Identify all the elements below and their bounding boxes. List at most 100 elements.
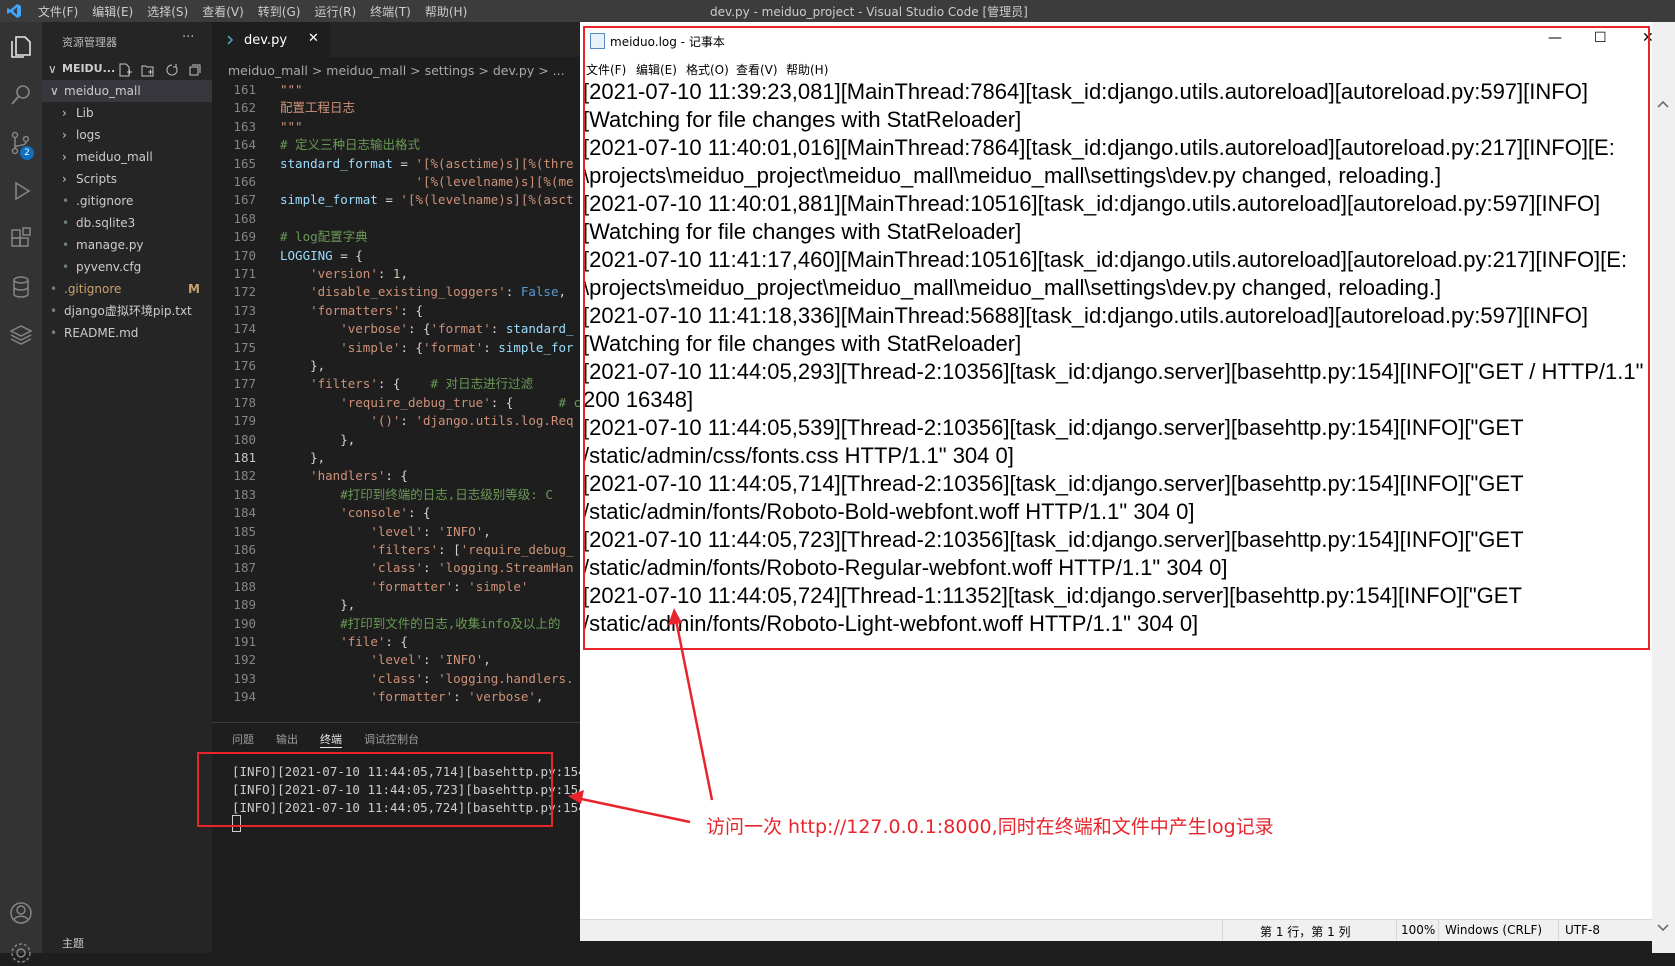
vscode-menu-item[interactable]: 编辑(E) [92,3,133,20]
line-number: 174 [233,321,256,337]
line-number: 193 [233,670,256,686]
tree-item-label: Lib [76,106,94,120]
code-line[interactable]: 191 'file': { [212,632,580,651]
vscode-menu-item[interactable]: 终端(T) [370,3,411,20]
tree-item[interactable]: • django虚拟环境pip.txt [42,300,212,322]
tab-dev-py[interactable]: dev.py ✕ [212,22,330,57]
code-line[interactable]: 177 'filters': { # 对日志进行过滤 [212,374,580,393]
code-line[interactable]: 190 #打印到文件的日志,收集info及以上的 [212,614,580,633]
status-bar-left: 主题 [62,937,84,950]
code-line[interactable]: 185 'level': 'INFO', [212,522,580,541]
vscode-menu-item[interactable]: 转到(G) [258,3,301,20]
code-line[interactable]: 162 配置工程日志 [212,98,580,117]
panel-tab[interactable]: 输出 [276,731,298,748]
code-line[interactable]: 194 'formatter': 'verbose', [212,687,580,706]
code-line[interactable]: 164 # 定义三种日志输出格式 [212,135,580,154]
panel-tab[interactable]: 调试控制台 [364,731,419,748]
line-number: 180 [233,431,256,447]
notepad-scrollbar[interactable] [1652,22,1675,953]
cursor-position: 第 1 行，第 1 列 [1260,925,1351,939]
tree-item[interactable]: • README.md [42,322,212,344]
explorer-sidebar: 资源管理器 ··· ∨ MEIDU... ∨ meiduo_mall › Lib › lo… [42,22,212,953]
database-icon[interactable] [8,274,34,300]
line-number: 185 [233,523,256,539]
activity-bar: 2 [0,22,42,963]
code-line[interactable]: 165 standard_format = '[%(asctime)s][%(th… [212,154,580,173]
scroll-down-icon[interactable] [1657,924,1669,932]
vscode-menu-item[interactable]: 文件(F) [38,3,78,20]
file-icon: • [50,326,58,340]
tree-item[interactable]: › Lib [42,102,212,124]
code-text: # 定义三种日志输出格式 [280,137,421,153]
tree-item[interactable]: › logs [42,124,212,146]
tree-item[interactable]: › meiduo_mall [42,146,212,168]
code-line[interactable]: 193 'class': 'logging.handlers. [212,669,580,688]
code-line[interactable]: 181 }, [212,448,580,467]
tree-item[interactable]: • pyvenv.cfg [42,256,212,278]
code-line[interactable]: 176 }, [212,356,580,375]
code-line[interactable]: 184 'console': { [212,503,580,522]
explorer-icon[interactable] [8,34,34,60]
vscode-menu-item[interactable]: 查看(V) [202,3,244,20]
code-text: 'handlers': { [310,468,408,484]
line-ending: Windows (CRLF) [1445,923,1543,937]
code-line[interactable]: 189 }, [212,595,580,614]
code-line[interactable]: 188 'formatter': 'simple' [212,577,580,596]
vscode-menu-item[interactable]: 帮助(H) [425,3,467,20]
code-line[interactable]: 167 simple_format = '[%(levelname)s][%(as… [212,190,580,209]
account-icon[interactable] [8,900,34,926]
layers-icon[interactable] [8,322,34,348]
code-line[interactable]: 161 """ [212,80,580,99]
code-line[interactable]: 182 'handlers': { [212,466,580,485]
zoom-level: 100% [1401,923,1436,937]
code-text: 'class': 'logging.StreamHan [370,560,574,576]
code-line[interactable]: 179 '()': 'django.utils.log.Req [212,411,580,430]
settings-gear-icon[interactable] [8,940,34,966]
code-line[interactable]: 175 'simple': {'format': simple_for [212,338,580,357]
code-line[interactable]: 173 'formatters': { [212,301,580,320]
search-icon[interactable] [8,82,34,108]
code-text: }, [280,597,356,613]
code-line[interactable]: 178 'require_debug_true': { # c [212,393,580,412]
tree-item[interactable]: › Scripts [42,168,212,190]
scroll-up-icon[interactable] [1657,100,1669,108]
code-line[interactable]: 183 #打印到终端的日志,日志级别等级: C [212,485,580,504]
code-line[interactable]: 186 'filters': ['require_debug_ [212,540,580,559]
tree-item[interactable]: • .gitignore M [42,278,212,300]
explorer-toolbar-icons[interactable] [118,63,204,77]
code-line[interactable]: 169 # log配置字典 [212,227,580,246]
panel-tab[interactable]: 问题 [232,731,254,748]
code-line[interactable]: 168 [212,209,580,228]
panel-tab[interactable]: 终端 [320,731,342,748]
editor-area: dev.py ✕ meiduo_mall > meiduo_mall > set… [212,22,580,722]
code-line[interactable]: 172 'disable_existing_loggers': False, [212,282,580,301]
code-line[interactable]: 166 '[%(levelname)s][%(me [212,172,580,191]
code-line[interactable]: 187 'class': 'logging.StreamHan [212,558,580,577]
close-icon[interactable]: ✕ [308,31,319,46]
explorer-root[interactable]: ∨ MEIDU... [42,58,212,80]
extensions-icon[interactable] [8,226,34,252]
code-line[interactable]: 163 """ [212,117,580,136]
tree-item[interactable]: • manage.py [42,234,212,256]
code-text: 'filters': ['require_debug_ [370,542,574,557]
code-editor[interactable]: 161 """ 162 配置工程日志 163 """ 164 # 定义三种日志输出格式 165 s… [212,80,580,720]
code-text: '[%(levelname)s][%(me [415,174,574,189]
explorer-header: 资源管理器 [62,36,117,49]
run-debug-icon[interactable] [8,178,34,204]
code-text: 'filters': { # 对日志进行过滤 [310,376,534,392]
vscode-menu-item[interactable]: 运行(R) [314,3,356,20]
code-line[interactable]: 180 }, [212,430,580,449]
code-text: 'file': { [340,634,408,649]
code-line[interactable]: 192 'level': 'INFO', [212,650,580,669]
tree-item[interactable]: • .gitignore [42,190,212,212]
terminal-highlight-box [197,752,553,827]
tree-item[interactable]: • db.sqlite3 [42,212,212,234]
code-line[interactable]: 170 LOGGING = { [212,246,580,265]
code-line[interactable]: 174 'verbose': {'format': standard_ [212,319,580,338]
tree-item[interactable]: ∨ meiduo_mall [42,80,212,102]
vscode-menu-item[interactable]: 选择(S) [147,3,188,20]
code-text: #打印到终端的日志,日志级别等级: C [340,486,553,502]
more-actions-icon[interactable]: ··· [182,30,194,45]
code-line[interactable]: 171 'version': 1, [212,264,580,283]
breadcrumb[interactable]: meiduo_mall > meiduo_mall > settings > d… [228,63,565,78]
